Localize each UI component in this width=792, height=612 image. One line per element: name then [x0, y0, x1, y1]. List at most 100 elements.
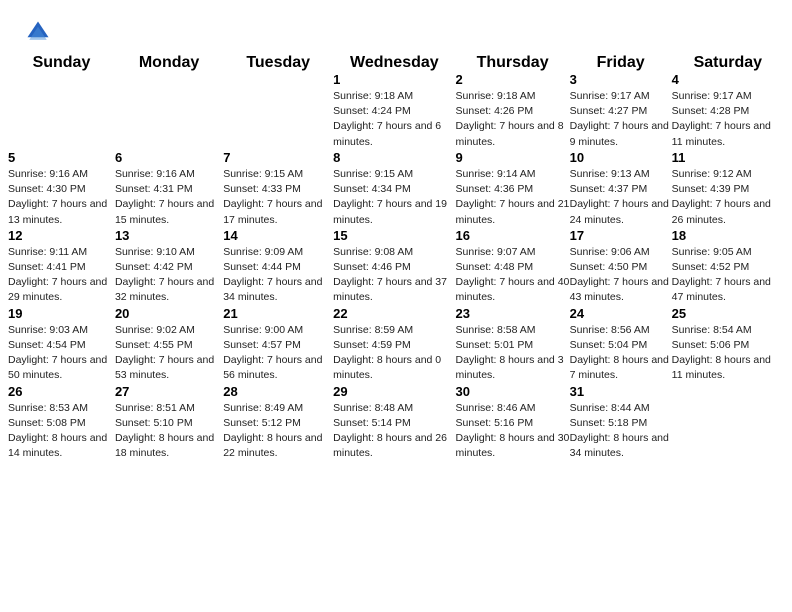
day-number: 8	[333, 150, 455, 165]
day-info: Sunrise: 9:02 AM Sunset: 4:55 PM Dayligh…	[115, 323, 223, 384]
day-info: Sunrise: 9:14 AM Sunset: 4:36 PM Dayligh…	[456, 167, 570, 228]
day-info: Sunrise: 9:18 AM Sunset: 4:24 PM Dayligh…	[333, 89, 455, 150]
calendar-week-row: 19 Sunrise: 9:03 AM Sunset: 4:54 PM Dayli…	[8, 306, 784, 384]
calendar-cell: 13 Sunrise: 9:10 AM Sunset: 4:42 PM Dayli…	[115, 228, 223, 306]
calendar-cell: 8 Sunrise: 9:15 AM Sunset: 4:34 PM Daylig…	[333, 150, 455, 228]
calendar-cell: 11 Sunrise: 9:12 AM Sunset: 4:39 PM Dayli…	[672, 150, 784, 228]
day-number: 24	[570, 306, 672, 321]
day-info: Sunrise: 9:15 AM Sunset: 4:33 PM Dayligh…	[223, 167, 333, 228]
calendar-cell	[8, 72, 115, 150]
calendar-cell: 19 Sunrise: 9:03 AM Sunset: 4:54 PM Dayli…	[8, 306, 115, 384]
day-info: Sunrise: 9:12 AM Sunset: 4:39 PM Dayligh…	[672, 167, 784, 228]
day-number: 21	[223, 306, 333, 321]
day-info: Sunrise: 9:00 AM Sunset: 4:57 PM Dayligh…	[223, 323, 333, 384]
day-info: Sunrise: 9:06 AM Sunset: 4:50 PM Dayligh…	[570, 245, 672, 306]
weekday-header: Saturday	[672, 54, 784, 72]
day-number: 12	[8, 228, 115, 243]
calendar-cell: 14Sunrise: 9:09 AM Sunset: 4:44 PM Dayli…	[223, 228, 333, 306]
logo	[24, 18, 56, 46]
calendar-cell: 5 Sunrise: 9:16 AM Sunset: 4:30 PM Daylig…	[8, 150, 115, 228]
calendar-cell: 20Sunrise: 9:02 AM Sunset: 4:55 PM Dayli…	[115, 306, 223, 384]
day-number: 31	[570, 384, 672, 399]
calendar-cell: 12 Sunrise: 9:11 AM Sunset: 4:41 PM Dayli…	[8, 228, 115, 306]
day-info: Sunrise: 8:54 AM Sunset: 5:06 PM Dayligh…	[672, 323, 784, 384]
day-number: 6	[115, 150, 223, 165]
day-number: 10	[570, 150, 672, 165]
day-info: Sunrise: 9:11 AM Sunset: 4:41 PM Dayligh…	[8, 245, 115, 306]
calendar-week-row: 1 Sunrise: 9:18 AM Sunset: 4:24 PM Daylig…	[8, 72, 784, 150]
day-number: 25	[672, 306, 784, 321]
weekday-header: Sunday	[8, 54, 115, 72]
day-info: Sunrise: 8:48 AM Sunset: 5:14 PM Dayligh…	[333, 401, 455, 462]
day-number: 5	[8, 150, 115, 165]
calendar-cell: 28Sunrise: 8:49 AM Sunset: 5:12 PM Dayli…	[223, 384, 333, 462]
page-header	[0, 0, 792, 54]
calendar-week-row: 5 Sunrise: 9:16 AM Sunset: 4:30 PM Daylig…	[8, 150, 784, 228]
day-info: Sunrise: 9:03 AM Sunset: 4:54 PM Dayligh…	[8, 323, 115, 384]
day-number: 16	[456, 228, 570, 243]
day-info: Sunrise: 9:17 AM Sunset: 4:28 PM Dayligh…	[672, 89, 784, 150]
day-number: 3	[570, 72, 672, 87]
day-info: Sunrise: 9:16 AM Sunset: 4:31 PM Dayligh…	[115, 167, 223, 228]
day-info: Sunrise: 9:15 AM Sunset: 4:34 PM Dayligh…	[333, 167, 455, 228]
day-number: 30	[456, 384, 570, 399]
day-number: 14	[223, 228, 333, 243]
weekday-header: Tuesday	[223, 54, 333, 72]
calendar-cell: 6 Sunrise: 9:16 AM Sunset: 4:31 PM Daylig…	[115, 150, 223, 228]
weekday-header: Thursday	[456, 54, 570, 72]
calendar-cell: 17 Sunrise: 9:06 AM Sunset: 4:50 PM Dayli…	[570, 228, 672, 306]
day-info: Sunrise: 9:13 AM Sunset: 4:37 PM Dayligh…	[570, 167, 672, 228]
day-info: Sunrise: 9:18 AM Sunset: 4:26 PM Dayligh…	[456, 89, 570, 150]
day-info: Sunrise: 9:16 AM Sunset: 4:30 PM Dayligh…	[8, 167, 115, 228]
calendar-cell: 10 Sunrise: 9:13 AM Sunset: 4:37 PM Dayli…	[570, 150, 672, 228]
calendar-cell: 24 Sunrise: 8:56 AM Sunset: 5:04 PM Dayli…	[570, 306, 672, 384]
day-number: 1	[333, 72, 455, 87]
calendar-cell: 15 Sunrise: 9:08 AM Sunset: 4:46 PM Dayli…	[333, 228, 455, 306]
day-info: Sunrise: 8:53 AM Sunset: 5:08 PM Dayligh…	[8, 401, 115, 462]
calendar-body: 1 Sunrise: 9:18 AM Sunset: 4:24 PM Daylig…	[8, 72, 784, 461]
day-number: 7	[223, 150, 333, 165]
day-info: Sunrise: 9:08 AM Sunset: 4:46 PM Dayligh…	[333, 245, 455, 306]
day-info: Sunrise: 8:49 AM Sunset: 5:12 PM Dayligh…	[223, 401, 333, 462]
day-info: Sunrise: 9:17 AM Sunset: 4:27 PM Dayligh…	[570, 89, 672, 150]
calendar-cell: 4 Sunrise: 9:17 AM Sunset: 4:28 PM Daylig…	[672, 72, 784, 150]
day-number: 22	[333, 306, 455, 321]
calendar-cell	[223, 72, 333, 150]
calendar-cell: 25 Sunrise: 8:54 AM Sunset: 5:06 PM Dayli…	[672, 306, 784, 384]
day-number: 17	[570, 228, 672, 243]
calendar-week-row: 26 Sunrise: 8:53 AM Sunset: 5:08 PM Dayli…	[8, 384, 784, 462]
calendar-cell: 7 Sunrise: 9:15 AM Sunset: 4:33 PM Daylig…	[223, 150, 333, 228]
calendar-cell: 31Sunrise: 8:44 AM Sunset: 5:18 PM Dayli…	[570, 384, 672, 462]
weekday-header: Friday	[570, 54, 672, 72]
day-number: 4	[672, 72, 784, 87]
day-info: Sunrise: 9:10 AM Sunset: 4:42 PM Dayligh…	[115, 245, 223, 306]
calendar-cell	[672, 384, 784, 462]
day-info: Sunrise: 8:46 AM Sunset: 5:16 PM Dayligh…	[456, 401, 570, 462]
calendar-table: SundayMondayTuesdayWednesdayThursdayFrid…	[8, 54, 784, 461]
weekday-header: Monday	[115, 54, 223, 72]
day-number: 2	[456, 72, 570, 87]
day-number: 15	[333, 228, 455, 243]
calendar-cell: 21 Sunrise: 9:00 AM Sunset: 4:57 PM Dayli…	[223, 306, 333, 384]
day-number: 26	[8, 384, 115, 399]
calendar-cell: 9 Sunrise: 9:14 AM Sunset: 4:36 PM Daylig…	[456, 150, 570, 228]
day-number: 13	[115, 228, 223, 243]
day-number: 11	[672, 150, 784, 165]
logo-icon	[24, 18, 52, 46]
calendar-cell: 29 Sunrise: 8:48 AM Sunset: 5:14 PM Dayli…	[333, 384, 455, 462]
calendar-cell: 27Sunrise: 8:51 AM Sunset: 5:10 PM Dayli…	[115, 384, 223, 462]
day-number: 18	[672, 228, 784, 243]
day-number: 29	[333, 384, 455, 399]
calendar-cell	[115, 72, 223, 150]
day-number: 9	[456, 150, 570, 165]
calendar-cell: 2 Sunrise: 9:18 AM Sunset: 4:26 PM Daylig…	[456, 72, 570, 150]
weekday-header: Wednesday	[333, 54, 455, 72]
calendar-cell: 1 Sunrise: 9:18 AM Sunset: 4:24 PM Daylig…	[333, 72, 455, 150]
calendar-cell: 3 Sunrise: 9:17 AM Sunset: 4:27 PM Daylig…	[570, 72, 672, 150]
calendar-wrap: SundayMondayTuesdayWednesdayThursdayFrid…	[0, 54, 792, 473]
calendar-cell: 30 Sunrise: 8:46 AM Sunset: 5:16 PM Dayli…	[456, 384, 570, 462]
day-info: Sunrise: 8:59 AM Sunset: 4:59 PM Dayligh…	[333, 323, 455, 384]
day-number: 19	[8, 306, 115, 321]
day-info: Sunrise: 8:56 AM Sunset: 5:04 PM Dayligh…	[570, 323, 672, 384]
calendar-cell: 26 Sunrise: 8:53 AM Sunset: 5:08 PM Dayli…	[8, 384, 115, 462]
